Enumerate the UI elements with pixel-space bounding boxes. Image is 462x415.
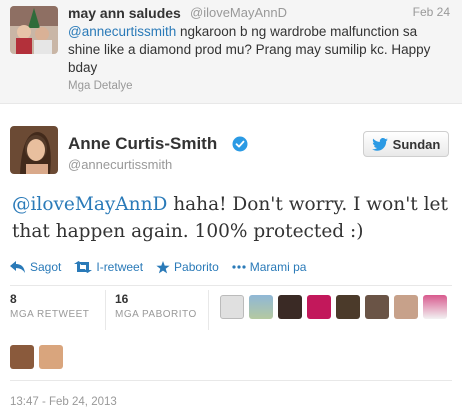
favoriter-avatar[interactable]	[249, 295, 273, 319]
favorite-count-stat[interactable]: 16 MGA PABORITO	[115, 292, 197, 320]
stat-separator	[105, 290, 106, 330]
reply-text: @annecurtissmith ngkaroon b ng wardrobe …	[68, 23, 452, 77]
favorite-count-label: MGA PABORITO	[115, 309, 197, 320]
reply-author-handle[interactable]: @iloveMayAnnD	[190, 5, 287, 20]
favoriter-avatar[interactable]	[278, 295, 302, 319]
favoriter-avatar[interactable]	[394, 295, 418, 319]
reply-tweet: may ann saludes @iloveMayAnnD Feb 24 @an…	[0, 0, 462, 104]
favoriter-avatar[interactable]	[336, 295, 360, 319]
retweet-count-label: MGA RETWEET	[10, 309, 90, 320]
divider	[10, 285, 452, 286]
follow-button-label: Sundan	[392, 136, 441, 152]
stat-separator	[208, 290, 209, 330]
divider	[10, 380, 452, 381]
favoriter-avatar[interactable]	[423, 295, 447, 319]
reply-icon	[10, 261, 25, 273]
more-button[interactable]: Marami pa	[232, 260, 307, 274]
favoriter-avatar[interactable]	[39, 345, 63, 369]
twitter-bird-icon	[371, 137, 388, 151]
favorite-count: 16	[115, 292, 129, 306]
tweet-author-handle[interactable]: @annecurtissmith	[68, 157, 172, 172]
more-label: Marami pa	[249, 260, 307, 274]
favoriters-avatars	[220, 295, 452, 319]
star-icon	[156, 260, 170, 273]
tweet-mention-link[interactable]: @iloveMayAnnD	[12, 194, 167, 215]
favoriter-avatar[interactable]	[365, 295, 389, 319]
favorite-button[interactable]: Paborito	[156, 260, 219, 274]
favorite-label: Paborito	[174, 260, 219, 274]
reply-avatar[interactable]	[10, 6, 58, 54]
retweet-button[interactable]: I-retweet	[74, 260, 143, 274]
retweet-icon	[74, 261, 93, 273]
reply-mention-link[interactable]: @annecurtissmith	[68, 24, 176, 39]
tweet-author-name[interactable]: Anne Curtis-Smith	[68, 134, 217, 154]
reply-button[interactable]: Sagot	[10, 260, 61, 274]
retweet-count-stat[interactable]: 8 MGA RETWEET	[10, 292, 89, 320]
follow-button[interactable]: Sundan	[363, 131, 449, 157]
tweet-actions: Sagot I-retweet Paborito Marami pa	[10, 258, 319, 276]
details-link[interactable]: Mga Detalye	[68, 80, 133, 92]
retweet-count: 8	[10, 292, 17, 306]
main-avatar[interactable]	[10, 126, 58, 174]
favoriter-avatar[interactable]	[307, 295, 331, 319]
favoriters-avatars	[10, 345, 68, 369]
tweet-text: @iloveMayAnnD haha! Don't worry. I won't…	[12, 191, 452, 245]
reply-label: Sagot	[30, 260, 62, 274]
reply-author-name[interactable]: may ann saludes	[68, 5, 181, 21]
favoriter-avatar[interactable]	[220, 295, 244, 319]
favoriter-avatar[interactable]	[10, 345, 34, 369]
retweet-label: I-retweet	[96, 260, 144, 274]
verified-badge-icon	[232, 136, 248, 152]
reply-date[interactable]: Feb 24	[413, 5, 450, 19]
more-dots-icon	[232, 265, 246, 269]
tweet-timestamp[interactable]: 13:47 - Feb 24, 2013	[10, 396, 117, 408]
